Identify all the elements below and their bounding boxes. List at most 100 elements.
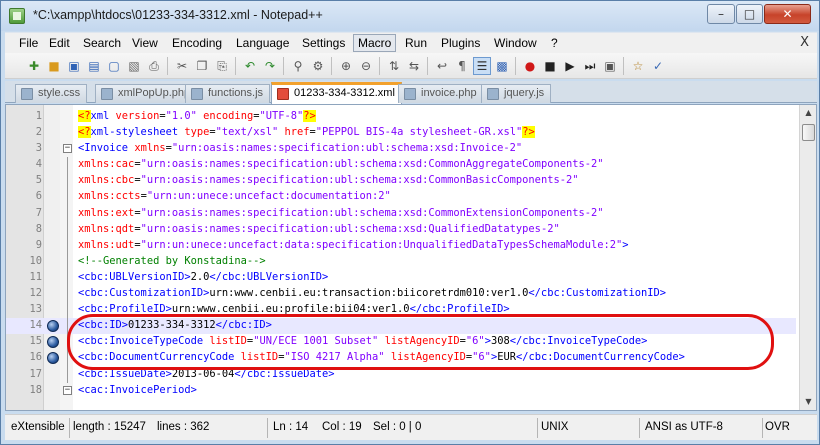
sync-horizontal-icon[interactable]: ⇆ (405, 57, 423, 75)
tab-label: 01233-334-3312.xml (294, 87, 395, 99)
tab-invoice-php[interactable]: invoice.php (398, 84, 484, 103)
playback-icon[interactable]: ▶ (561, 57, 579, 75)
file-icon (21, 88, 33, 100)
save-all-icon[interactable]: ▤ (85, 57, 103, 75)
bookmark-icon[interactable] (47, 320, 59, 333)
menu-help[interactable]: ? (547, 35, 562, 51)
indent-guide-icon[interactable]: ☰ (473, 57, 491, 75)
stop-recording-icon[interactable]: ■ (541, 57, 559, 75)
scroll-down-arrow-icon[interactable]: ▼ (801, 394, 816, 410)
code-line[interactable]: 13 <cbc:ProfileID>urn:www.cenbii.eu:profi… (6, 302, 796, 319)
redo-icon[interactable]: ↷ (261, 57, 279, 75)
fold-collapse-icon[interactable]: − (63, 144, 72, 154)
document-map-icon[interactable]: ▩ (493, 57, 511, 75)
fold-guide-line (67, 237, 68, 254)
run-macro-multiple-icon[interactable]: ⏭ (581, 57, 599, 75)
code-line[interactable]: 14 <cbc:ID>01233-334-3312</cbc:ID> (6, 318, 796, 335)
code-token: <cbc:DocumentCurrencyCode (78, 351, 241, 364)
minimize-button[interactable]: – (707, 4, 735, 24)
code-token: 01233-334-3312 (128, 319, 216, 332)
word-wrap-icon[interactable]: ↩ (433, 57, 451, 75)
maximize-button[interactable]: □ (736, 4, 763, 24)
tab-jquery-js[interactable]: jquery.js (481, 84, 552, 103)
line-number: 2 (35, 126, 42, 139)
line-number: 10 (29, 254, 42, 267)
close-file-icon[interactable]: ▢ (105, 57, 123, 75)
scroll-up-arrow-icon[interactable]: ▲ (801, 105, 816, 121)
fold-guide-line (67, 318, 68, 335)
menu-search[interactable]: Search (79, 35, 125, 51)
code-line[interactable]: 4 xmlns:cac="urn:oasis:names:specificatio… (6, 157, 796, 174)
code-line[interactable]: 17 <cbc:IssueDate>2013-06-04</cbc:IssueDa… (6, 366, 796, 383)
bookmark-icon[interactable] (47, 352, 59, 365)
code-token: xmlns:cac (78, 158, 135, 171)
status-overwrite-mode: OVR (765, 421, 790, 433)
menu-run[interactable]: Run (401, 35, 431, 51)
code-line[interactable]: 12 <cbc:CustomizationID>urn:www.cenbii.eu… (6, 286, 796, 303)
menu-edit[interactable]: Edit (45, 35, 74, 51)
new-file-icon[interactable]: ✚ (25, 57, 43, 75)
code-token: <cbc:IssueDate> (78, 367, 172, 380)
undo-icon[interactable]: ↶ (241, 57, 259, 75)
tab-style-css[interactable]: style.css (15, 84, 88, 103)
code-token: urn:www.cenbii.eu:profile:bii04:ver1.0 (171, 303, 410, 316)
status-separator (639, 418, 640, 438)
code-line[interactable]: 18 − <cac:InvoicePeriod> (6, 383, 796, 399)
menu-plugins[interactable]: Plugins (437, 35, 484, 51)
line-number: 17 (29, 367, 42, 380)
title-bar[interactable]: *C:\xampp\htdocs\01233-334-3312.xml - No… (1, 1, 819, 31)
launch-browser-icon[interactable]: ☆ (629, 57, 647, 75)
code-editor[interactable]: 1 <?xml version="1.0" encoding="UTF-8"?> 2… (5, 104, 817, 411)
code-line[interactable]: 16 <cbc:DocumentCurrencyCode listID="ISO … (6, 350, 796, 367)
code-line[interactable]: 8 xmlns:qdt="urn:oasis:names:specificatio… (6, 221, 796, 238)
show-all-chars-icon[interactable]: ¶ (453, 57, 471, 75)
status-file-type: eXtensible (11, 421, 65, 433)
spell-check-icon[interactable]: ✓ (649, 57, 667, 75)
open-file-icon[interactable]: ■ (45, 57, 63, 75)
code-line[interactable]: 10 <!--Generated by Konstadina--> (6, 253, 796, 270)
code-text: <cbc:CustomizationID>urn:www.cenbii.eu:t… (78, 287, 666, 299)
code-line[interactable]: 15 <cbc:InvoiceTypeCode listID="UN/ECE 10… (6, 334, 796, 351)
tab-xmlpopup-php[interactable]: xmlPopUp.php (95, 84, 198, 103)
tab-functions-js[interactable]: functions.js (185, 84, 271, 103)
sync-vertical-icon[interactable]: ⇅ (385, 57, 403, 75)
bookmark-icon[interactable] (47, 336, 59, 349)
copy-icon[interactable]: ❐ (193, 57, 211, 75)
paste-icon[interactable]: ⎘ (213, 57, 231, 75)
menu-macro[interactable]: Macro (353, 34, 397, 52)
close-all-icon[interactable]: ▧ (125, 57, 143, 75)
find-icon[interactable]: ⚲ (289, 57, 307, 75)
code-line[interactable]: 11 <cbc:UBLVersionID>2.0</cbc:UBLVersionI… (6, 269, 796, 287)
tab-invoice-xml[interactable]: 01233-334-3312.xml (271, 82, 402, 104)
menu-settings[interactable]: Settings (298, 35, 349, 51)
code-line[interactable]: 6 xmlns:ccts="urn:un:unece:uncefact:docum… (6, 189, 796, 206)
save-macro-icon[interactable]: ▣ (601, 57, 619, 75)
record-macro-icon[interactable]: ● (521, 57, 539, 75)
cut-icon[interactable]: ✂ (173, 57, 191, 75)
code-line[interactable]: 9 xmlns:udt="urn:un:unece:uncefact:data:s… (6, 237, 796, 254)
replace-icon[interactable]: ⚙ (309, 57, 327, 75)
vertical-scrollbar[interactable]: ▲ ▼ (799, 105, 816, 410)
code-line[interactable]: 7 xmlns:ext="urn:oasis:names:specificatio… (6, 205, 796, 222)
code-line[interactable]: 1 <?xml version="1.0" encoding="UTF-8"?> (6, 109, 796, 125)
zoom-in-icon[interactable]: ⊕ (337, 57, 355, 75)
code-line[interactable]: 5 xmlns:cbc="urn:oasis:names:specificatio… (6, 173, 796, 190)
close-window-button[interactable]: ✕ (764, 4, 811, 24)
toolbar-separator (331, 57, 332, 75)
menu-view[interactable]: View (128, 35, 162, 51)
code-line[interactable]: 3 − <Invoice xmlns="urn:oasis:names:specif… (6, 141, 796, 157)
menu-encoding[interactable]: Encoding (168, 35, 226, 51)
print-icon[interactable]: ⎙ (145, 57, 163, 75)
fold-collapse-icon[interactable]: − (63, 385, 72, 395)
file-icon (191, 88, 203, 100)
code-lines[interactable]: 1 <?xml version="1.0" encoding="UTF-8"?> 2… (6, 109, 796, 399)
code-token: listAgencyID (384, 335, 460, 348)
menu-window[interactable]: Window (490, 35, 541, 51)
scrollbar-thumb[interactable] (802, 124, 815, 141)
code-line[interactable]: 2 <?xml-stylesheet type="text/xsl" href="… (6, 125, 796, 141)
zoom-out-icon[interactable]: ⊖ (357, 57, 375, 75)
close-document-icon[interactable]: X (800, 35, 809, 50)
menu-file[interactable]: File (15, 35, 42, 51)
save-icon[interactable]: ▣ (65, 57, 83, 75)
menu-language[interactable]: Language (232, 35, 293, 51)
